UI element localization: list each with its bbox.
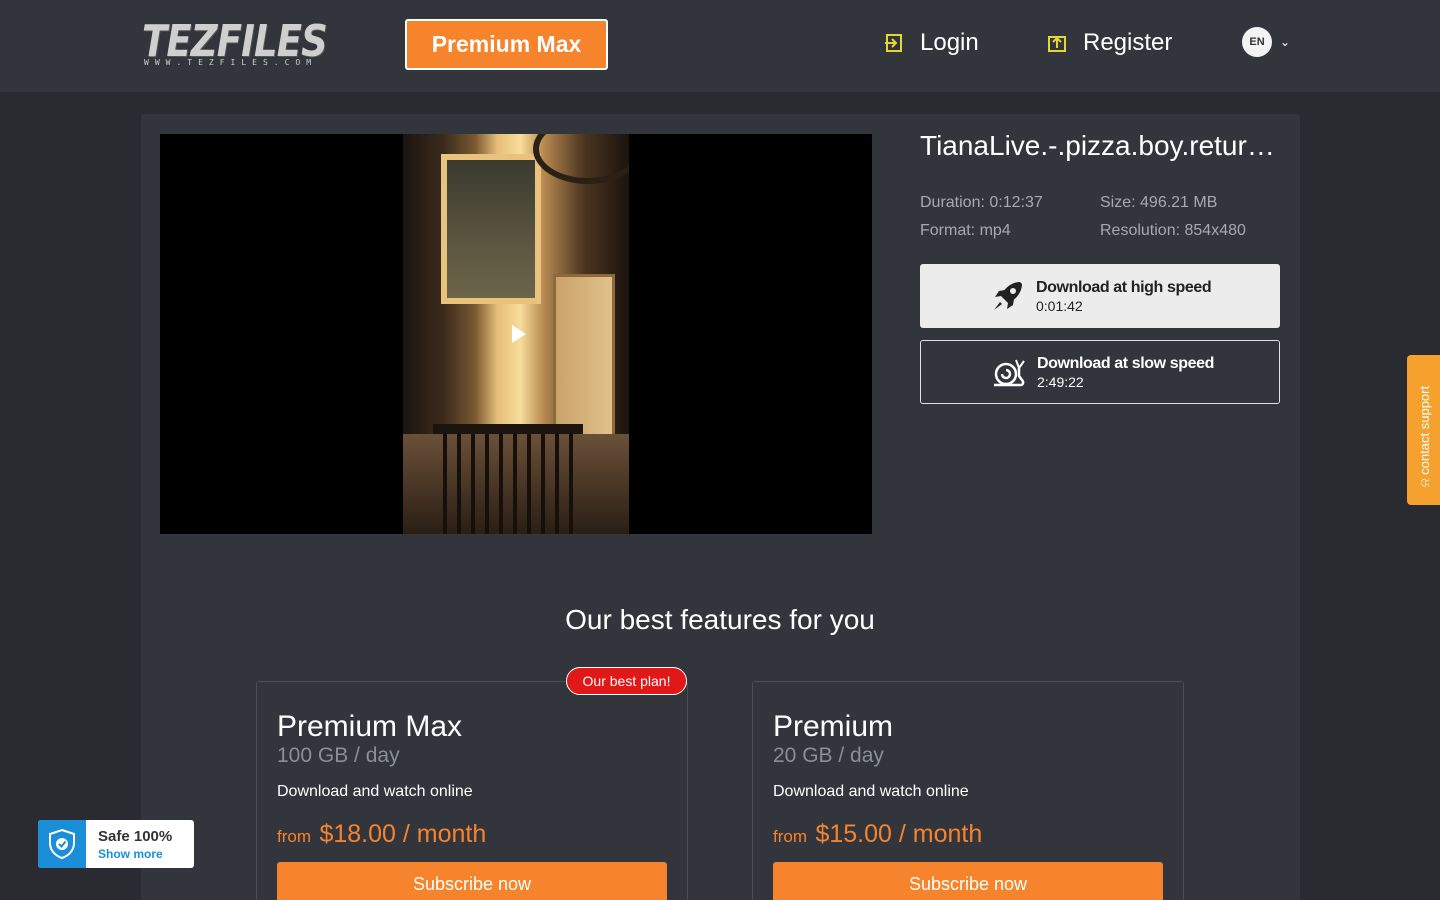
download-slow-label: Download at slow speed xyxy=(1037,354,1215,372)
plan-name: Premium Max xyxy=(277,710,463,743)
register-label: Register xyxy=(1083,29,1173,56)
plan-quota: 100 GB / day xyxy=(277,744,400,767)
file-resolution: Resolution: 854x480 xyxy=(1100,222,1246,239)
plan-name: Premium xyxy=(773,710,894,743)
best-plan-badge: Our best plan! xyxy=(566,667,687,695)
plan-price: from $15.00 / month xyxy=(773,820,982,849)
subscribe-button[interactable]: Subscribe now xyxy=(277,862,667,900)
contact-support-label: ⍾ contact support xyxy=(1417,385,1432,487)
plan-price-from: from xyxy=(773,827,807,846)
language-selector[interactable]: EN ⌄ xyxy=(1242,27,1290,57)
language-code: EN xyxy=(1242,27,1272,57)
plan-price: from $18.00 / month xyxy=(277,820,486,849)
plan-price-from: from xyxy=(277,827,311,846)
site-header: TEZFILES WWW.TEZFILES.COM Premium Max Lo… xyxy=(0,0,1440,92)
login-icon xyxy=(885,34,902,52)
plan-price-amount: $18.00 / month xyxy=(319,820,487,848)
plan-price-amount: $15.00 / month xyxy=(815,820,983,848)
features-heading: Our best features for you xyxy=(565,604,875,635)
tezfiles-logo[interactable]: TEZFILES WWW.TEZFILES.COM xyxy=(142,14,332,72)
plan-description: Download and watch online xyxy=(773,783,969,800)
at-icon: ⍾ xyxy=(1417,474,1432,487)
play-icon[interactable] xyxy=(512,325,526,343)
download-slow-speed-button[interactable]: Download at slow speed 2:49:22 xyxy=(920,340,1280,404)
contact-support-tab[interactable]: ⍾ contact support xyxy=(1407,355,1440,505)
video-player[interactable] xyxy=(160,134,872,534)
plan-description: Download and watch online xyxy=(277,783,473,800)
plan-card-premium-max: Premium Max 100 GB / day Download and wa… xyxy=(256,681,688,900)
download-high-speed-button[interactable]: Download at high speed 0:01:42 xyxy=(920,264,1280,328)
logo-url: WWW.TEZFILES.COM xyxy=(144,58,318,67)
file-title: TianaLive.-.pizza.boy.retur… xyxy=(920,130,1275,161)
subscribe-button[interactable]: Subscribe now xyxy=(773,862,1163,900)
register-link[interactable]: Register xyxy=(1047,26,1172,60)
plan-quota: 20 GB / day xyxy=(773,744,884,767)
file-format: Format: mp4 xyxy=(920,222,1011,239)
file-duration: Duration: 0:12:37 xyxy=(920,194,1043,211)
safe-badge[interactable]: Safe 100% Show more xyxy=(38,820,194,868)
login-label: Login xyxy=(920,29,979,56)
snail-icon xyxy=(994,359,1025,387)
download-high-label: Download at high speed xyxy=(1036,278,1212,296)
rocket-icon xyxy=(994,282,1022,310)
plan-card-premium: Premium 20 GB / day Download and watch o… xyxy=(752,681,1184,900)
safe-badge-title: Safe 100% xyxy=(98,828,173,845)
shield-check-icon xyxy=(38,820,86,868)
download-slow-time: 2:49:22 xyxy=(1037,373,1084,390)
safe-badge-show-more[interactable]: Show more xyxy=(98,847,163,861)
file-size: Size: 496.21 MB xyxy=(1100,194,1218,211)
premium-max-button[interactable]: Premium Max xyxy=(405,19,608,70)
chevron-down-icon: ⌄ xyxy=(1280,35,1291,49)
login-link[interactable]: Login xyxy=(884,26,979,60)
download-high-time: 0:01:42 xyxy=(1036,297,1083,314)
register-icon xyxy=(1048,36,1066,52)
